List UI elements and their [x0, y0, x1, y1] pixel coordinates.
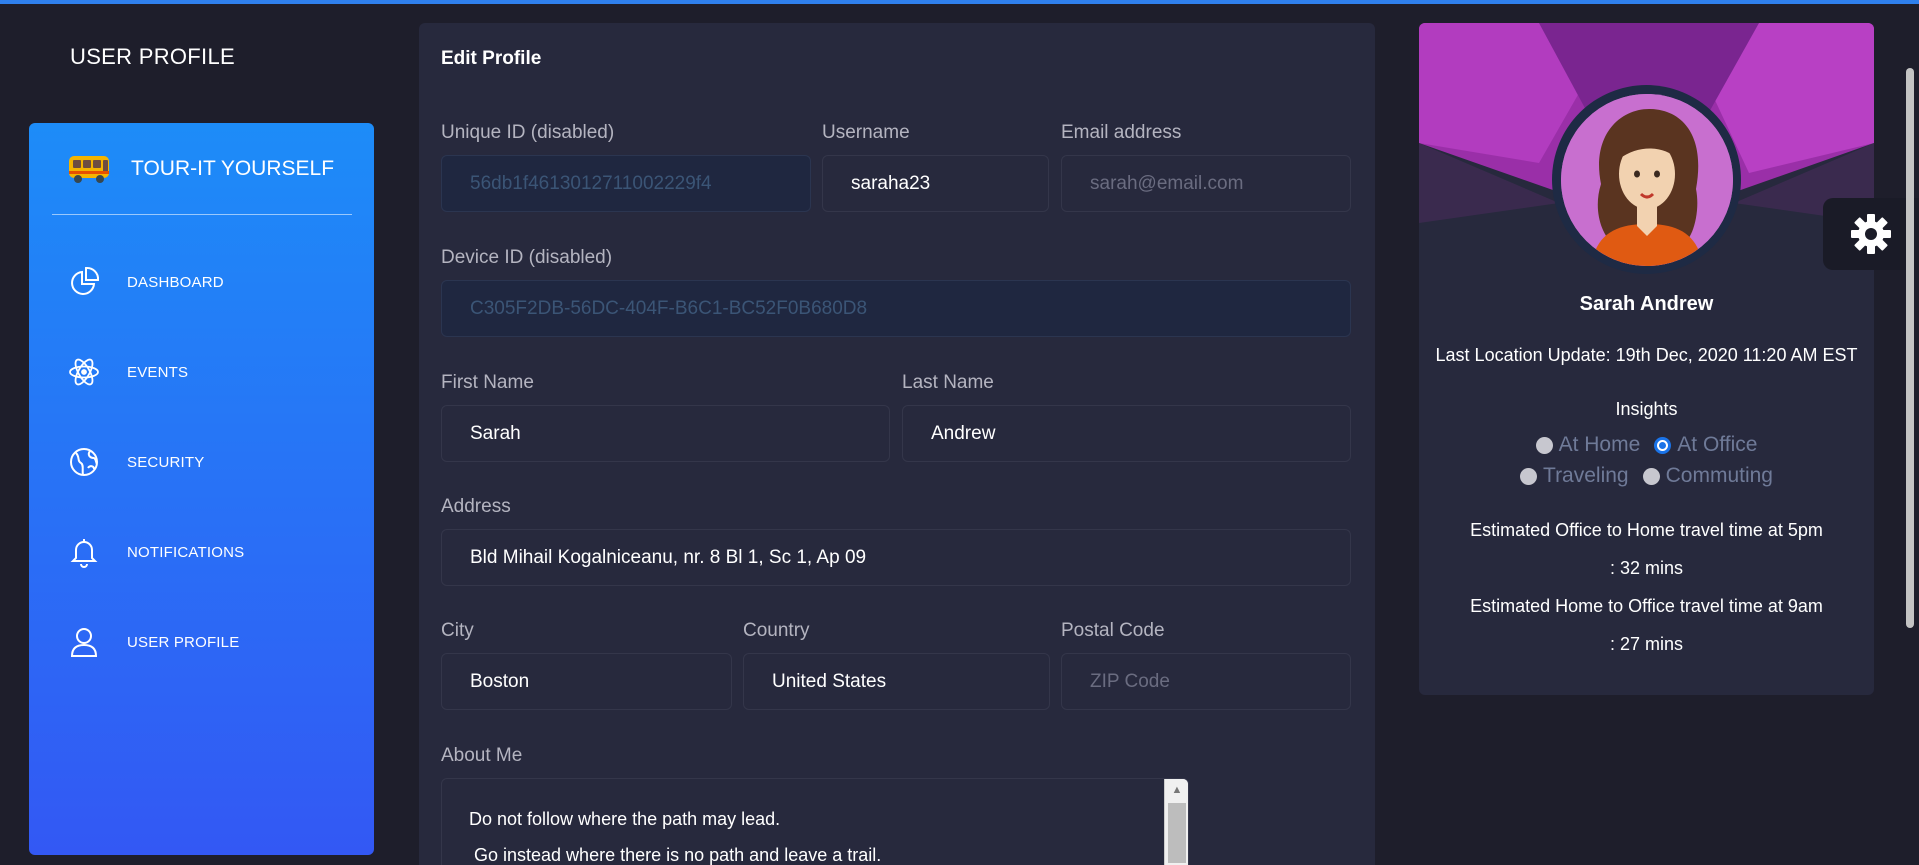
radio-at-home[interactable]: At Home	[1535, 433, 1641, 457]
sidebar: TOUR-IT YOURSELF DASHBOARD EVENTS SECURI…	[29, 123, 374, 855]
scrollbar-thumb[interactable]	[1168, 803, 1186, 863]
about-me-textarea[interactable]: Do not follow where the path may lead. G…	[441, 778, 1189, 865]
globe-icon	[67, 445, 101, 479]
sidebar-item-label: EVENTS	[127, 363, 189, 381]
about-me-line-2: Go instead where there is no path and le…	[469, 845, 882, 865]
insights-radio-row-2: Traveling Commuting	[1419, 464, 1874, 488]
sidebar-item-label: DASHBOARD	[127, 273, 224, 291]
estimate-value: : 32 mins	[1609, 558, 1684, 578]
postal-code-label: Postal Code	[1061, 620, 1165, 641]
sidebar-item-events[interactable]: EVENTS	[67, 355, 188, 389]
username-label: Username	[822, 122, 910, 143]
sidebar-item-dashboard[interactable]: DASHBOARD	[67, 265, 224, 299]
first-name-field[interactable]	[441, 405, 890, 462]
device-id-label: Device ID (disabled)	[441, 247, 613, 268]
estimate-value: : 27 mins	[1609, 634, 1684, 654]
radio-commuting[interactable]: Commuting	[1642, 464, 1773, 488]
brand-divider	[52, 214, 352, 215]
city-label: City	[441, 620, 474, 641]
radio-label: Traveling	[1543, 464, 1629, 487]
city-field[interactable]	[441, 653, 732, 710]
postal-code-field[interactable]	[1061, 653, 1351, 710]
sidebar-item-notifications[interactable]: NOTIFICATIONS	[67, 535, 244, 569]
username-field[interactable]	[822, 155, 1049, 212]
sidebar-item-label: SECURITY	[127, 453, 205, 471]
profile-card: Sarah Andrew Last Location Update: 19th …	[1419, 23, 1874, 695]
first-name-label: First Name	[441, 372, 534, 393]
address-field[interactable]	[441, 529, 1351, 586]
about-me-label: About Me	[441, 745, 523, 766]
atom-icon	[67, 355, 101, 389]
user-icon	[67, 625, 101, 659]
about-me-line-1: Do not follow where the path may lead.	[469, 809, 781, 829]
radio-label: Commuting	[1665, 464, 1773, 487]
radio-button-icon[interactable]	[1535, 436, 1553, 454]
last-name-label: Last Name	[902, 372, 994, 393]
device-id-field	[441, 280, 1351, 337]
radio-button-icon[interactable]	[1520, 467, 1538, 485]
sidebar-item-label: USER PROFILE	[127, 633, 240, 651]
estimate-home-to-office: Estimated Home to Office travel time at …	[1419, 587, 1874, 663]
country-label: Country	[743, 620, 810, 641]
radio-label: At Office	[1677, 433, 1758, 456]
radio-label: At Home	[1558, 433, 1641, 456]
page-scrollbar[interactable]	[1906, 68, 1914, 628]
insights-title: Insights	[1615, 399, 1678, 419]
pie-chart-icon	[67, 265, 101, 299]
brand-name: TOUR-IT YOURSELF	[131, 157, 335, 180]
card-title: Edit Profile	[441, 48, 542, 69]
unique-id-field	[441, 155, 811, 212]
address-label: Address	[441, 496, 511, 517]
estimate-text: Estimated Home to Office travel time at …	[1470, 596, 1823, 616]
estimate-office-to-home: Estimated Office to Home travel time at …	[1419, 511, 1874, 587]
radio-button-selected-icon[interactable]	[1654, 436, 1672, 454]
estimate-text: Estimated Office to Home travel time at …	[1470, 520, 1823, 540]
bell-icon	[67, 535, 101, 569]
settings-button[interactable]	[1823, 198, 1919, 270]
radio-button-icon[interactable]	[1642, 467, 1660, 485]
insights-radio-row-1: At Home At Office	[1419, 433, 1874, 457]
top-accent-line	[0, 0, 1919, 4]
sidebar-item-security[interactable]: SECURITY	[67, 445, 204, 479]
country-field[interactable]	[743, 653, 1050, 710]
page-title: USER PROFILE	[70, 44, 235, 69]
email-field[interactable]	[1061, 155, 1351, 212]
scroll-up-arrow-icon[interactable]: ▲	[1165, 779, 1188, 801]
about-me-text: Do not follow where the path may lead. G…	[469, 801, 881, 865]
radio-at-office[interactable]: At Office	[1654, 433, 1757, 457]
email-label: Email address	[1061, 122, 1182, 143]
gear-icon	[1851, 214, 1891, 254]
textarea-scrollbar[interactable]: ▲	[1164, 779, 1188, 865]
brand[interactable]: TOUR-IT YOURSELF	[67, 153, 334, 185]
edit-profile-card: Edit Profile Unique ID (disabled) Userna…	[419, 23, 1375, 865]
avatar-image	[1560, 93, 1733, 266]
last-location-update: Last Location Update: 19th Dec, 2020 11:…	[1435, 345, 1858, 365]
profile-name: Sarah Andrew	[1579, 293, 1714, 315]
sidebar-item-label: NOTIFICATIONS	[127, 543, 245, 561]
last-name-field[interactable]	[902, 405, 1351, 462]
avatar[interactable]	[1552, 85, 1741, 274]
sidebar-item-user-profile[interactable]: USER PROFILE	[67, 625, 239, 659]
radio-traveling[interactable]: Traveling	[1520, 464, 1629, 488]
bus-icon	[69, 156, 109, 183]
unique-id-label: Unique ID (disabled)	[441, 122, 615, 143]
